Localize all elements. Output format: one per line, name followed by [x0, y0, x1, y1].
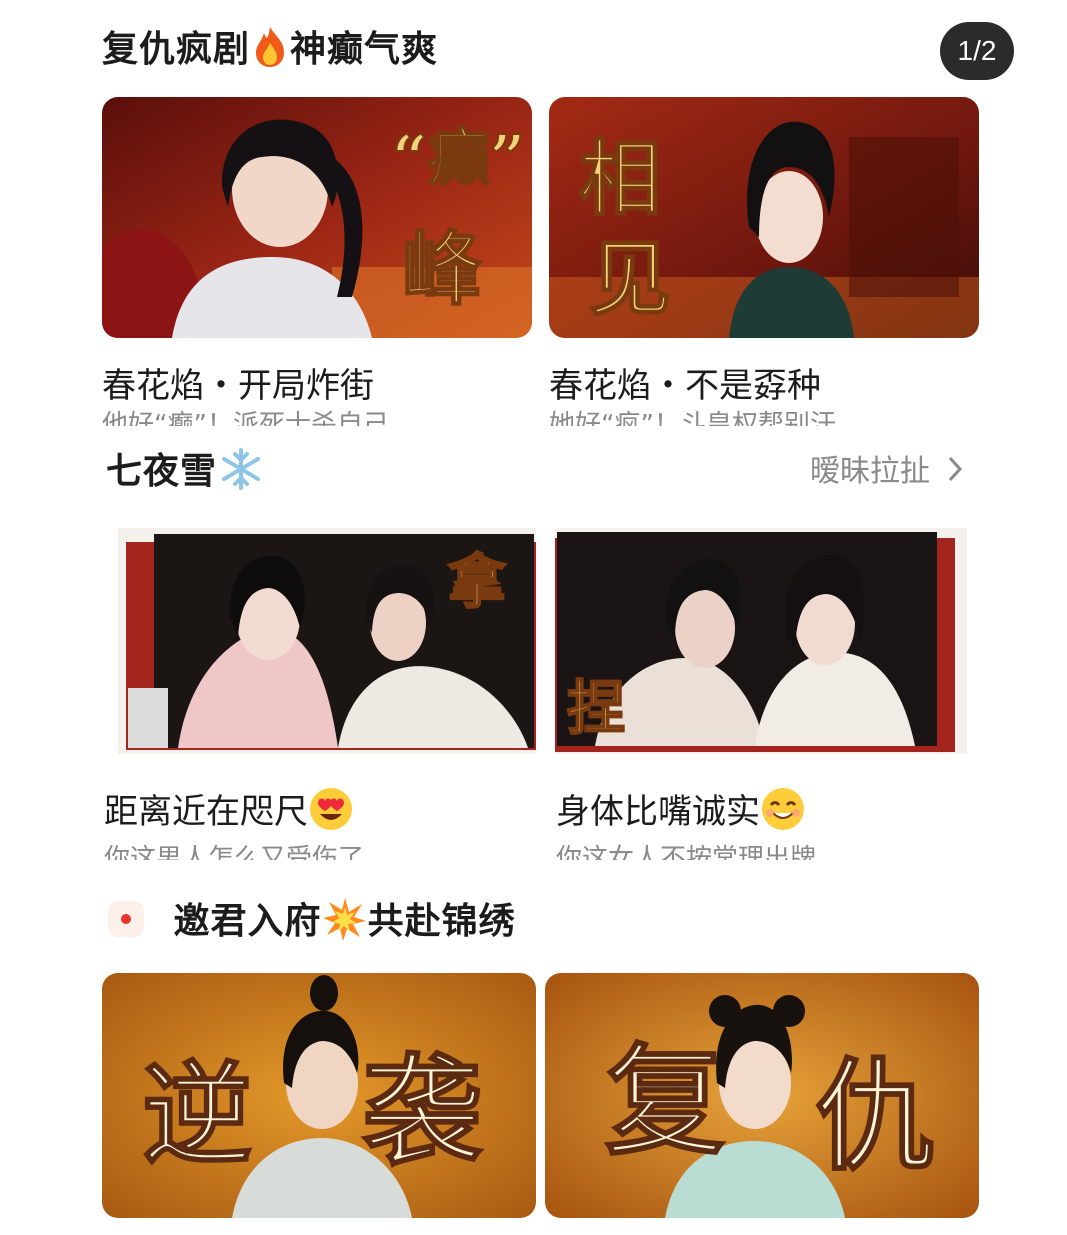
section-header-revenge: 复仇疯剧 神癫气爽 — [102, 20, 438, 78]
svg-text:峰: 峰 — [402, 222, 482, 316]
video-card-caption[interactable]: 身体比嘴诚实 — [556, 784, 806, 841]
video-thumbnail: 捏 — [555, 528, 967, 754]
heart-eyes-emoji — [308, 786, 354, 841]
video-card-caption[interactable]: 春花焰・不是孬种 — [549, 358, 821, 407]
video-card-subcaption: 她好“疯”！斗皇权帮别汗 — [549, 410, 836, 426]
video-thumbnail: 拿 — [118, 528, 536, 754]
section-header-yaojunrufu[interactable]: 邀君入府 共赴锦绣 — [104, 892, 516, 951]
svg-text:逆: 逆 — [142, 1050, 252, 1179]
svg-text:捏: 捏 — [567, 674, 625, 742]
svg-text:复: 复 — [605, 1031, 725, 1172]
section-title-left: 复仇疯剧 — [102, 29, 251, 70]
section-title-right: 共赴锦绣 — [367, 901, 516, 942]
video-card-chunhuayan-1[interactable]: “癫” 峰 — [102, 97, 532, 338]
video-card-subcaption: 你这男人怎么又受伤了 — [104, 844, 365, 860]
more-link-label: 暧昧拉扯 — [810, 454, 930, 489]
caption-text: 距离近在咫尺 — [104, 792, 308, 832]
section-title-right: 神癫气爽 — [290, 29, 439, 70]
video-card-chunhuayan-2[interactable]: 相 见 — [549, 97, 979, 338]
video-card-caption[interactable]: 春花焰・开局炸街 — [102, 358, 374, 407]
caption-text: 身体比嘴诚实 — [556, 792, 760, 832]
snowflake-icon — [217, 446, 265, 501]
page-indicator: 1/2 — [940, 22, 1014, 80]
more-link-flirt[interactable]: 暧昧拉扯 — [810, 446, 964, 492]
svg-text:相: 相 — [579, 131, 661, 227]
collision-icon — [322, 896, 368, 951]
section-header-qiyexue[interactable]: 七夜雪 — [106, 442, 265, 501]
chevron-right-icon — [946, 454, 964, 492]
video-card-yaojun-1[interactable]: 逆 袭 — [102, 973, 536, 1218]
video-thumbnail: “癫” 峰 — [102, 97, 532, 338]
video-card-subcaption: 他好“癫”！派死士杀自己 — [102, 410, 389, 426]
svg-text:“癫”: “癫” — [392, 121, 525, 194]
svg-text:袭: 袭 — [362, 1041, 483, 1182]
video-card-caption[interactable]: 距离近在咫尺 — [104, 784, 354, 841]
svg-text:拿: 拿 — [448, 548, 507, 616]
video-thumbnail: 复 仇 — [545, 973, 979, 1218]
blush-smile-emoji — [760, 786, 806, 841]
video-card-yaojun-2[interactable]: 复 仇 — [545, 973, 979, 1218]
play-icon — [104, 897, 148, 950]
video-thumbnail: 逆 袭 — [102, 973, 536, 1218]
svg-text:见: 见 — [589, 231, 671, 327]
section-title: 七夜雪 — [106, 451, 218, 492]
video-card-subcaption: 你这女人不按常理出牌 — [556, 844, 817, 860]
svg-text:仇: 仇 — [815, 1046, 935, 1187]
video-card-qiyexue-2[interactable]: 捏 — [555, 528, 967, 754]
video-thumbnail: 相 见 — [549, 97, 979, 338]
video-card-qiyexue-1[interactable]: 拿 — [118, 528, 536, 754]
fire-icon — [250, 25, 290, 78]
section-title-left: 邀君入府 — [173, 901, 322, 942]
